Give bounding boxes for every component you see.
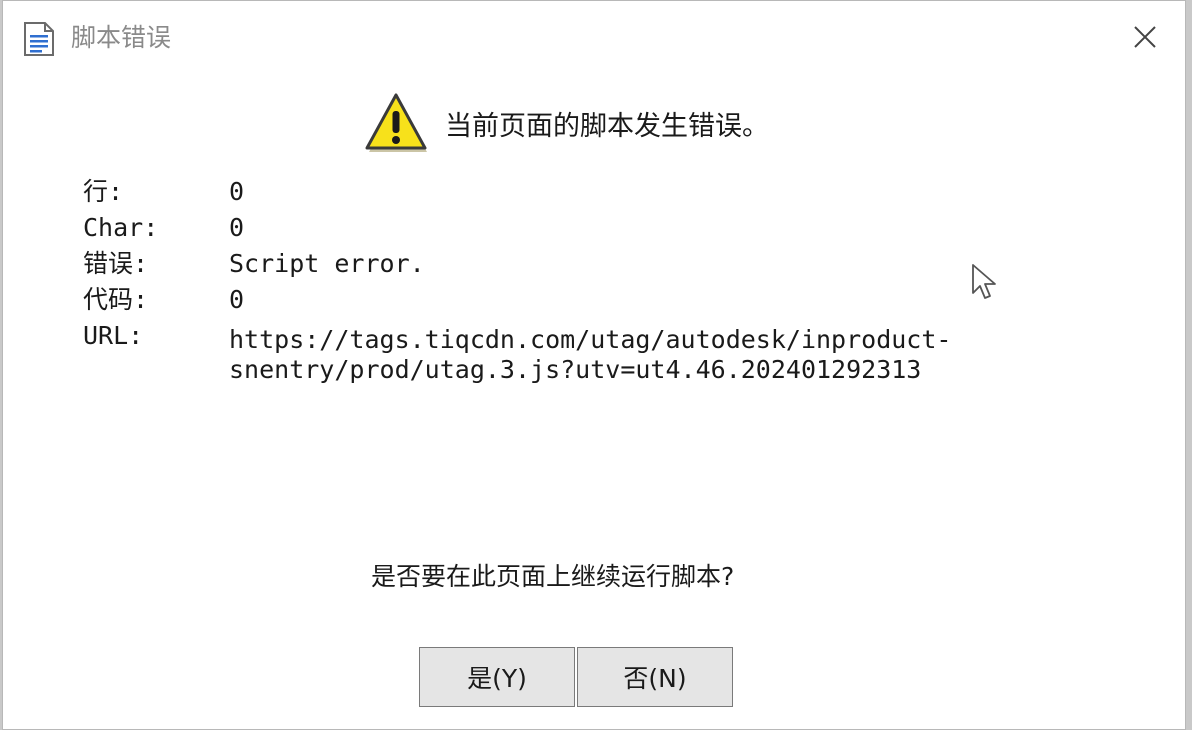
- line-label: 行:: [83, 177, 124, 206]
- no-button[interactable]: 否(N): [577, 647, 733, 707]
- yes-button[interactable]: 是(Y): [419, 647, 575, 707]
- mouse-cursor-icon: [971, 263, 997, 303]
- close-button[interactable]: [1123, 17, 1167, 61]
- code-value: 0: [229, 285, 245, 314]
- continue-question: 是否要在此页面上继续运行脚本?: [371, 562, 735, 591]
- warning-message-row: 当前页面的脚本发生错误。: [363, 91, 769, 155]
- document-icon: [23, 21, 55, 57]
- error-message: 当前页面的脚本发生错误。: [445, 110, 769, 142]
- url-label: URL:: [83, 321, 144, 350]
- code-label: 代码:: [83, 285, 149, 314]
- char-value: 0: [229, 213, 245, 242]
- line-value: 0: [229, 177, 245, 206]
- url-value: https://tags.tiqcdn.com/utag/autodesk/in…: [229, 325, 952, 384]
- dialog-title: 脚本错误: [71, 23, 172, 52]
- error-label: 错误:: [83, 249, 149, 278]
- dialog-body: 当前页面的脚本发生错误。 行: 0 Char: 0 错误: Script err…: [3, 77, 1185, 729]
- char-label: Char:: [83, 213, 159, 242]
- title-bar: 脚本错误: [3, 1, 1185, 77]
- script-error-dialog: 脚本错误 当前页面的脚本发生错误。 行: 0 Char: 0 错误: Scrip…: [2, 0, 1186, 730]
- warning-icon: [363, 91, 429, 155]
- close-icon: [1132, 24, 1158, 54]
- error-value: Script error.: [229, 249, 425, 278]
